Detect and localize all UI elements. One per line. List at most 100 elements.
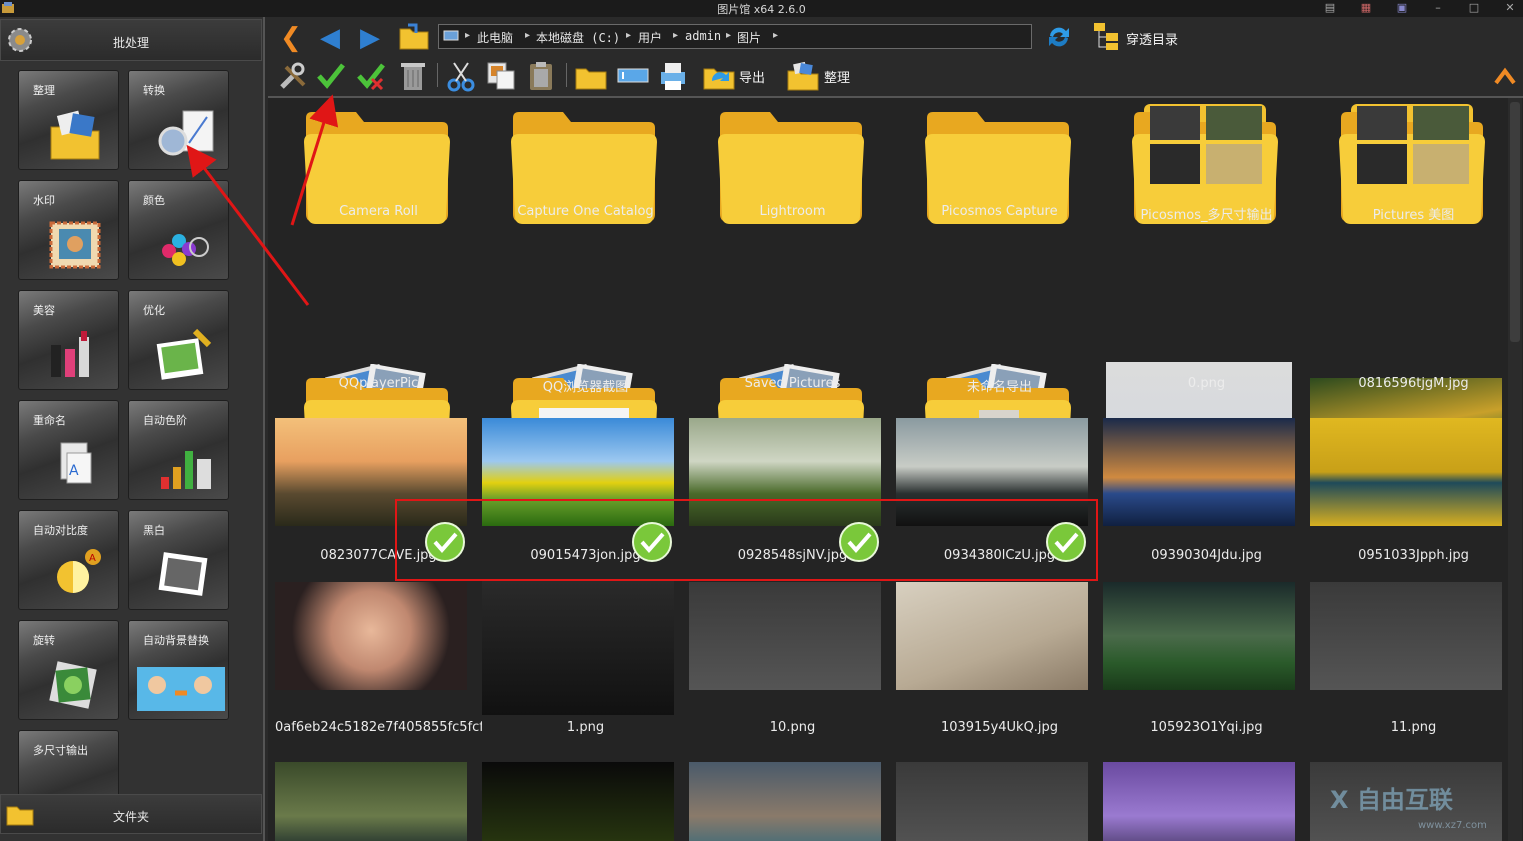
trash-icon[interactable] — [396, 59, 430, 93]
image-thumbnail[interactable] — [482, 762, 674, 841]
tool-card-optimize[interactable]: 优化 — [128, 290, 229, 390]
new-folder-icon[interactable] — [574, 59, 608, 93]
organize-icon[interactable] — [786, 59, 820, 93]
folder-label: 文件夹 — [112, 810, 149, 824]
folder-item[interactable]: Saved Pictures — [689, 230, 896, 490]
scrollbar-thumb[interactable] — [1510, 102, 1520, 342]
skin-icon[interactable]: ▤ — [1322, 1, 1338, 15]
image-thumbnail — [1103, 582, 1295, 690]
tools-icon[interactable] — [276, 59, 310, 93]
tool-card-rename[interactable]: 重命名 A — [18, 400, 119, 500]
tool-card-auto-contrast[interactable]: 自动对比度 A — [18, 510, 119, 610]
tool-card-label: 旋转 — [33, 634, 55, 647]
background-replace-icon — [137, 667, 225, 711]
auto-contrast-icon: A — [57, 549, 101, 593]
tool-card-background-replace[interactable]: 自动背景替换 — [128, 620, 229, 720]
tool-card-label: 颜色 — [143, 194, 165, 207]
image-item[interactable]: 10.png — [689, 582, 896, 754]
image-thumbnail — [896, 582, 1088, 690]
folder-item[interactable]: QQ浏览器截图 — [482, 230, 689, 490]
image-item[interactable]: 103915y4UkQ.jpg — [896, 582, 1103, 754]
address-bar[interactable]: ▸ 此电脑 ▸ 本地磁盘 (C:) ▸ 用户 ▸ admin ▸ 图片 ▸ — [438, 24, 1032, 49]
image-thumbnail — [1310, 418, 1502, 526]
palette-icon[interactable]: ▦ — [1358, 1, 1374, 15]
folder-tab[interactable]: 文件夹 — [0, 794, 262, 834]
folder-item[interactable]: 未命名导出 — [896, 230, 1103, 490]
rotate-icon — [49, 661, 97, 709]
rename-field-icon[interactable] — [616, 59, 650, 93]
tool-card-rotate[interactable]: 旋转 — [18, 620, 119, 720]
crumb-separator: ▸ — [726, 30, 732, 41]
item-name: Capture One Catalog — [517, 204, 654, 219]
image-item[interactable]: 0af6eb24c5182e7f405855fc5fcf... — [275, 582, 482, 754]
tool-card-color[interactable]: 颜色 — [128, 180, 229, 280]
toolbar-separator — [566, 63, 567, 87]
refresh-icon[interactable] — [1044, 22, 1074, 52]
close-button[interactable]: ✕ — [1502, 1, 1518, 15]
forward-icon[interactable]: ▶ — [360, 25, 380, 51]
image-thumbnail[interactable] — [689, 762, 881, 841]
breadcrumb-admin[interactable]: admin — [685, 29, 721, 43]
tool-card-auto-levels[interactable]: 自动色阶 — [128, 400, 229, 500]
organize-label[interactable]: 整理 — [824, 67, 850, 86]
tool-card-beauty[interactable]: 美容 — [18, 290, 119, 390]
tool-card-label: 转换 — [143, 84, 165, 97]
breadcrumb-this-pc[interactable]: 此电脑 — [477, 29, 513, 46]
image-item[interactable]: 1.png — [482, 581, 689, 754]
image-item[interactable]: 105923O1Yqi.jpg — [1103, 582, 1310, 754]
tool-card-label: 多尺寸输出 — [33, 744, 88, 757]
image-thumbnail[interactable] — [896, 762, 1088, 841]
minimize-button[interactable]: – — [1430, 1, 1446, 15]
export-icon[interactable] — [702, 59, 736, 93]
image-thumbnail[interactable] — [1103, 762, 1295, 841]
tool-card-label: 自动色阶 — [143, 414, 187, 427]
watermark-icon — [49, 221, 101, 269]
breadcrumb-local-disk[interactable]: 本地磁盘 (C:) — [536, 29, 620, 46]
tool-card-label: 整理 — [33, 84, 55, 97]
color-icon — [162, 234, 209, 266]
image-item[interactable]: 11.png — [1310, 582, 1517, 754]
folder-item[interactable]: QQplayerPic — [275, 230, 482, 490]
export-label[interactable]: 导出 — [739, 67, 765, 86]
image-thumbnail[interactable] — [275, 762, 467, 841]
item-name: 0951033Jpph.jpg — [1358, 548, 1469, 563]
address-toolbar: ❮ ◀ ▶ ▸ 此电脑 ▸ 本地磁盘 (C:) ▸ 用户 ▸ admin ▸ 图… — [268, 17, 1523, 57]
title-bar: 图片馆 x64 2.6.0 ▤ ▦ ▣ – □ ✕ — [0, 0, 1523, 17]
through-directory-label[interactable]: 穿透目录 — [1126, 29, 1178, 48]
select-all-check-icon[interactable] — [314, 59, 348, 93]
breadcrumb-users[interactable]: 用户 — [638, 29, 662, 46]
item-name: 103915y4UkQ.jpg — [940, 720, 1059, 735]
convert-icon — [158, 110, 214, 156]
tool-card-convert[interactable]: 转换 — [128, 70, 229, 170]
image-item[interactable]: 0951033Jpph.jpg — [1310, 418, 1517, 590]
batch-process-label: 批处理 — [112, 36, 149, 50]
up-level-icon[interactable]: ❮ — [280, 25, 302, 51]
item-name: Picosmos_多尺寸输出 — [1140, 208, 1273, 223]
item-name: Lightroom — [759, 204, 826, 219]
breadcrumb-pictures[interactable]: 图片 — [737, 29, 761, 46]
maximize-button[interactable]: □ — [1466, 1, 1482, 15]
deselect-check-icon[interactable] — [354, 59, 388, 93]
batch-process-header[interactable]: 批处理 — [0, 19, 262, 61]
open-folder-icon[interactable] — [398, 23, 430, 51]
image-item[interactable]: 0816596tjgM.jpg — [1310, 230, 1517, 488]
paste-icon[interactable] — [524, 59, 558, 93]
collapse-up-icon[interactable] — [1494, 67, 1516, 85]
layout-icon[interactable]: ▣ — [1394, 1, 1410, 15]
tool-card-watermark[interactable]: 水印 — [18, 180, 119, 280]
tool-card-black-white[interactable]: 黑白 — [128, 510, 229, 610]
tool-card-organize[interactable]: 整理 — [18, 70, 119, 170]
cut-icon[interactable] — [444, 59, 478, 93]
back-icon[interactable]: ◀ — [320, 25, 340, 51]
print-icon[interactable] — [656, 59, 690, 93]
rename-icon: A — [60, 442, 92, 484]
image-item[interactable]: 0.png — [1103, 230, 1310, 504]
item-name: 10.png — [769, 720, 816, 735]
tree-folder-icon[interactable] — [1092, 21, 1122, 51]
crumb-separator: ▸ — [465, 30, 471, 41]
copy-icon[interactable] — [484, 59, 518, 93]
image-item[interactable]: 09390304Jdu.jpg — [1103, 418, 1310, 590]
item-name: 11.png — [1390, 720, 1437, 735]
item-name: 0.png — [1187, 376, 1226, 391]
vertical-scrollbar[interactable] — [1508, 98, 1522, 841]
